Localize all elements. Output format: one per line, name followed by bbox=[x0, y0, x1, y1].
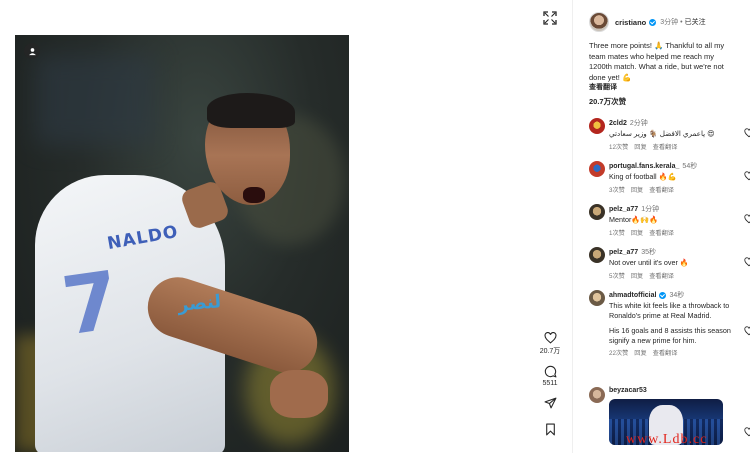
comment-text: Mentor🔥🙌🔥 bbox=[609, 215, 659, 224]
comments-panel: cristiano 3分钟 • 已关注 Three more points! 🙏… bbox=[572, 0, 750, 453]
comment-avatar[interactable] bbox=[589, 290, 605, 306]
comment-time: 54秒 bbox=[682, 163, 698, 170]
verified-badge-icon bbox=[649, 18, 657, 26]
see-translation-link[interactable]: 查看翻译 bbox=[649, 273, 674, 280]
see-translation-link[interactable]: 查看翻译 bbox=[653, 350, 678, 357]
reply-button[interactable]: 回复 bbox=[634, 350, 646, 357]
like-button[interactable]: 20.7万 bbox=[535, 332, 565, 356]
post-header: cristiano 3分钟 • 已关注 bbox=[589, 12, 706, 32]
see-translation-link[interactable]: 查看翻译 bbox=[649, 187, 674, 194]
reply-button[interactable]: 回复 bbox=[634, 144, 646, 151]
see-translation-link[interactable]: 查看翻译 bbox=[653, 144, 678, 151]
comment-time: 2分钟 bbox=[629, 120, 648, 127]
reply-button[interactable]: 回复 bbox=[631, 230, 643, 237]
photo-background bbox=[35, 55, 155, 145]
comment-text: King of football 🔥💪 bbox=[609, 172, 677, 181]
comment-username[interactable]: ahmadtofficial bbox=[609, 292, 656, 299]
bookmark-icon bbox=[545, 423, 555, 436]
comment-count: 5511 bbox=[542, 380, 558, 387]
share-button[interactable] bbox=[535, 397, 565, 409]
comment-text: ياعمري الافضل 🐐 وزير سعادتي 😍 bbox=[609, 129, 715, 138]
post-time: 3分钟 bbox=[660, 19, 679, 26]
comment-username[interactable]: portugal.fans.kerala_ bbox=[609, 163, 679, 170]
comment-body: pelz_a77 1分钟 Mentor🔥🙌🔥 1次赞 回复 查看翻译 bbox=[609, 204, 735, 237]
comment-likes[interactable]: 3次赞 bbox=[609, 187, 625, 194]
comment-time: 35秒 bbox=[641, 249, 656, 256]
comment-avatar[interactable] bbox=[589, 118, 605, 134]
comment-body: pelz_a77 35秒 Not over until it's over 🔥 5… bbox=[609, 247, 735, 280]
comment-username[interactable]: pelz_a77 bbox=[609, 249, 638, 256]
comment-time: 34秒 bbox=[669, 292, 685, 299]
comment-body: 2cld2 2分钟 ياعمري الافضل 🐐 وزير سعادتي 😍 1… bbox=[609, 118, 735, 151]
heart-icon[interactable] bbox=[744, 257, 750, 267]
expand-icon[interactable] bbox=[543, 11, 557, 25]
player-hair bbox=[207, 93, 295, 128]
verified-badge-icon bbox=[659, 291, 667, 299]
following-button[interactable]: 已关注 bbox=[685, 17, 706, 27]
heart-icon bbox=[544, 332, 556, 344]
heart-icon[interactable] bbox=[744, 171, 750, 181]
comment-body: portugal.fans.kerala_ 54秒 King of footbal… bbox=[609, 161, 735, 194]
comment-username[interactable]: pelz_a77 bbox=[609, 206, 638, 213]
comment-text: Not over until it's over 🔥 bbox=[609, 258, 689, 267]
post-area: NALDO 7 ﻟﻨﺼﺮ 20.7万 5511 bbox=[0, 0, 570, 453]
comment-likes[interactable]: 5次赞 bbox=[609, 273, 625, 280]
see-translation-link[interactable]: 查看翻译 bbox=[589, 82, 617, 92]
watermark: www.Ldb.cc bbox=[626, 432, 708, 447]
see-translation-link[interactable]: 查看翻译 bbox=[649, 230, 674, 237]
reply-button[interactable]: 回复 bbox=[631, 273, 643, 280]
comment-icon bbox=[544, 365, 556, 378]
separator: • bbox=[680, 18, 683, 26]
player-fist bbox=[270, 370, 328, 418]
avatar[interactable] bbox=[589, 12, 609, 32]
heart-icon[interactable] bbox=[744, 128, 750, 138]
comment-button[interactable]: 5511 bbox=[535, 365, 565, 387]
comment-text: This white kit feels like a throwback to… bbox=[609, 301, 730, 320]
like-count: 20.7万 bbox=[539, 348, 561, 355]
heart-icon[interactable] bbox=[744, 427, 750, 437]
send-icon bbox=[544, 397, 556, 409]
comment-username[interactable]: 2cld2 bbox=[609, 120, 627, 127]
heart-icon[interactable] bbox=[744, 326, 750, 336]
heart-icon[interactable] bbox=[744, 214, 750, 224]
comment-username[interactable]: beyzacar53 bbox=[609, 387, 647, 394]
comment-time: 1分钟 bbox=[641, 206, 660, 213]
comment-avatar[interactable] bbox=[589, 387, 605, 403]
comment-likes[interactable]: 22次赞 bbox=[609, 350, 628, 357]
comment-likes[interactable]: 1次赞 bbox=[609, 230, 625, 237]
likes-total[interactable]: 20.7万次赞 bbox=[589, 96, 626, 107]
user-tag-icon[interactable] bbox=[24, 43, 40, 59]
author-username[interactable]: cristiano bbox=[615, 18, 646, 27]
comment-avatar[interactable] bbox=[589, 204, 605, 220]
comment-avatar[interactable] bbox=[589, 161, 605, 177]
comment-body: beyzacar53 bbox=[609, 387, 735, 394]
player-mouth bbox=[243, 187, 265, 203]
comment-avatar[interactable] bbox=[589, 247, 605, 263]
post-caption: Three more points! 🙏 Thankful to all my … bbox=[589, 41, 725, 82]
shirt-logo: ﻟﻨﺼﺮ bbox=[177, 291, 222, 315]
comment-text: His 16 goals and 8 assists this season s… bbox=[609, 326, 731, 345]
save-button[interactable] bbox=[535, 423, 565, 436]
comment-likes[interactable]: 12次赞 bbox=[609, 144, 628, 151]
post-photo[interactable]: NALDO 7 ﻟﻨﺼﺮ bbox=[15, 35, 349, 452]
reply-button[interactable]: 回复 bbox=[631, 187, 643, 194]
comment-body: ahmadtofficial 34秒 This white kit feels l… bbox=[609, 290, 735, 357]
